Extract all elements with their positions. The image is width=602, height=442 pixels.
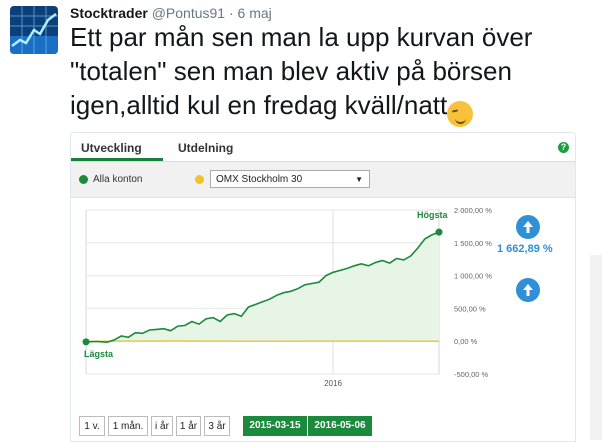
card-tabs: Utveckling Utdelning ? [71,133,575,162]
period-ytd-button[interactable]: i år [151,416,173,436]
y-tick-label: 0,00 % [454,337,478,346]
high-label: Högsta [417,210,448,220]
y-tick-label: 1 000,00 % [454,272,492,281]
display-name[interactable]: Stocktrader [70,5,148,21]
smirking-face-emoji-icon: 😏 [447,101,473,127]
period-selector: 1 v. 1 mån. i år 1 år 3 år 2015-03-15 20… [71,411,575,441]
date-to-button[interactable]: 2016-05-06 [308,416,372,436]
benchmark-select[interactable]: OMX Stockholm 30 ▼ [210,170,370,188]
tab-utdelning[interactable]: Utdelning [178,141,233,155]
separator-dot: · [229,5,234,21]
x-tick-label: 2016 [324,379,342,388]
period-1y-button[interactable]: 1 år [176,416,201,436]
low-label: Lägsta [84,349,114,359]
y-tick-label: 1 500,00 % [454,239,492,248]
chevron-down-icon: ▼ [355,171,363,189]
stock-chart-avatar-icon [10,6,58,54]
date-from-button[interactable]: 2015-03-15 [243,416,307,436]
help-icon[interactable]: ? [558,142,569,153]
low-point-marker [83,338,90,345]
y-tick-label: 2 000,00 % [454,206,492,215]
account-legend-dot-icon [79,175,88,184]
high-point-marker [436,229,443,236]
performance-chart: 2 000,00 % 1 500,00 % 1 000,00 % 500,00 % 0,… [71,198,575,418]
y-tick-label: -500,00 % [454,370,489,379]
tweet-date[interactable]: 6 maj [238,5,272,21]
summary-percent: 1 662,89 % [497,243,553,255]
scrollbar-track[interactable] [590,255,602,440]
active-tab-indicator [71,158,163,161]
benchmark-legend-dot-icon [195,175,204,184]
period-3y-button[interactable]: 3 år [204,416,230,436]
period-1w-button[interactable]: 1 v. [79,416,105,436]
user-handle[interactable]: @Pontus91 [152,5,225,21]
period-1m-button[interactable]: 1 mån. [108,416,148,436]
arrow-up-icon[interactable] [516,278,540,302]
account-legend-label: Alla konton [93,174,142,185]
tweet-header: Stocktrader @Pontus91 · 6 maj [70,5,272,21]
y-tick-label: 500,00 % [454,304,486,313]
benchmark-select-value: OMX Stockholm 30 [216,174,302,185]
tab-utveckling[interactable]: Utveckling [81,141,142,155]
chart-svg: 2 000,00 % 1 500,00 % 1 000,00 % 500,00 % 0,… [71,198,575,418]
tweet-text: Ett par mån sen man la upp kurvan över "… [70,20,595,127]
portfolio-card-image[interactable]: Utveckling Utdelning ? Alla konton OMX S… [70,132,576,442]
arrow-up-icon[interactable] [516,215,540,239]
avatar[interactable] [10,6,58,54]
filter-bar: Alla konton OMX Stockholm 30 ▼ [71,162,575,198]
